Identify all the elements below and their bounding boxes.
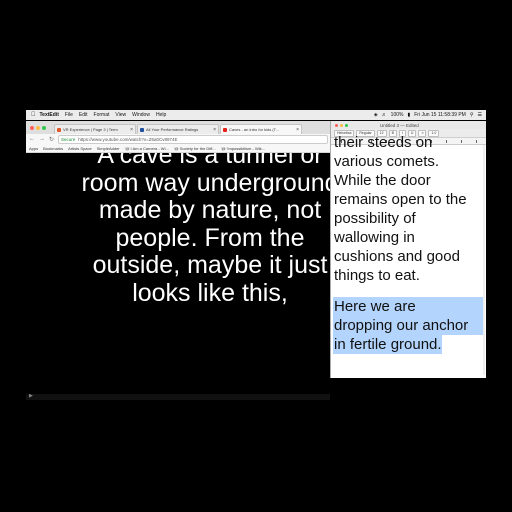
zoom-window-icon[interactable] <box>42 125 46 130</box>
tab-favicon-icon <box>140 127 144 132</box>
document-body[interactable]: their steeds on various comets. While th… <box>333 134 484 354</box>
secure-lock-indicator[interactable]: Secure <box>61 137 75 142</box>
macos-menu-bar:  TextEdit File Edit Format View Window … <box>26 110 486 120</box>
textedit-window: Untitled 3 — Edited Helvetica Regular 12… <box>330 121 486 378</box>
doc-line: cushions and good <box>334 248 460 265</box>
textedit-titlebar: Untitled 3 — Edited <box>331 121 486 129</box>
caption-line: outside, maybe it just <box>92 251 328 279</box>
selected-doc-line: Here we are <box>333 297 484 316</box>
doc-line: things to eat. <box>334 267 420 284</box>
tab-caves-video[interactable]: Caves - an intro for kids (T... × <box>220 124 302 134</box>
doc-line: remains open to the <box>334 191 467 208</box>
caption-line: people. From the <box>115 223 305 252</box>
tab-close-icon[interactable]: × <box>295 127 299 133</box>
app-menu-textedit[interactable]: TextEdit <box>40 112 59 118</box>
url-text: https://www.youtube.com/watch?v=Z6a0Cv89… <box>78 136 178 142</box>
minimize-window-icon[interactable] <box>340 123 343 127</box>
menu-window[interactable]: Window <box>132 112 150 118</box>
tab-label: VR Experience | Page 3 | Term <box>63 127 118 132</box>
video-progress-bar[interactable]: ▶ <box>26 393 332 400</box>
tab-close-icon[interactable]: × <box>129 127 133 133</box>
menu-view[interactable]: View <box>115 112 126 118</box>
tab-label: All Your Performance Ratings <box>146 127 199 132</box>
minimize-window-icon[interactable] <box>36 125 40 130</box>
close-window-icon[interactable] <box>335 123 338 127</box>
bookmark-i-am-a-camera[interactable]: '@ I Am a Camera - Wi... <box>125 146 169 151</box>
reload-icon[interactable]: ↻ <box>49 136 54 143</box>
menu-clock[interactable]: Fri Jun 15 11:58:39 PM <box>414 112 466 118</box>
back-arrow-icon[interactable]: ← <box>29 136 35 142</box>
battery-level[interactable]: 100% <box>391 112 404 118</box>
document-title: Untitled 3 — Edited <box>380 122 419 128</box>
bookmark-simpleadder[interactable]: SimpleAdder <box>97 146 120 151</box>
caption-line: looks like this, <box>132 278 288 307</box>
tab-performance-ratings[interactable]: All Your Performance Ratings × <box>137 124 219 134</box>
bookmark-bookmarks[interactable]: Bookmarks <box>43 146 63 151</box>
caption-line: made by nature, not <box>98 196 322 224</box>
status-area: ◈ ♬ 100% ▮ Fri Jun 15 11:58:39 PM ⚲ ☰ <box>370 112 482 118</box>
browser-window: VR Experience | Page 3 | Term × All Your… <box>26 121 332 400</box>
bookmarks-bar: Apps Bookmarks Artists Space SimpleAdder… <box>26 144 332 153</box>
doc-line: their steeds on <box>334 134 433 151</box>
youtube-favicon-icon <box>223 127 227 132</box>
battery-icon: ▮ <box>407 112 411 118</box>
zoom-window-icon[interactable] <box>345 123 348 127</box>
doc-line: While the door <box>334 172 431 189</box>
selected-doc-line: in fertile ground. <box>333 335 442 354</box>
address-bar-row: ← → ↻ Secure https://www.youtube.com/wat… <box>26 134 332 144</box>
menu-help[interactable]: Help <box>156 112 166 118</box>
forward-arrow-icon[interactable]: → <box>39 136 45 142</box>
caption-line: A cave is a tunnel or <box>97 153 323 169</box>
menu-edit[interactable]: Edit <box>79 112 88 118</box>
video-player[interactable]: A cave is a tunnel or room way undergrou… <box>26 153 332 400</box>
apple-menu-icon[interactable]:  <box>31 112 36 118</box>
url-field[interactable]: Secure https://www.youtube.com/watch?v=Z… <box>58 134 328 144</box>
doc-line: wallowing in <box>334 229 415 246</box>
spotlight-icon[interactable]: ⚲ <box>470 112 474 118</box>
window-controls <box>30 121 48 134</box>
caption-line: room way underground <box>81 168 332 197</box>
close-window-icon[interactable] <box>30 125 34 130</box>
textedit-window-controls <box>335 123 350 127</box>
tab-label: Caves - an intro for kids (T... <box>229 127 280 132</box>
doc-line: possibility of <box>334 210 416 227</box>
tab-close-icon[interactable]: × <box>212 127 216 133</box>
notification-center-icon[interactable]: ☰ <box>478 112 482 118</box>
textedit-scrollbar[interactable] <box>483 145 485 375</box>
play-control-icon[interactable]: ▶ <box>29 393 33 399</box>
menu-file[interactable]: File <box>65 112 73 118</box>
menu-format[interactable]: Format <box>94 112 110 118</box>
tab-vr-experience[interactable]: VR Experience | Page 3 | Term × <box>54 124 136 134</box>
bookmark-society[interactable]: '@ Society for the Diff... <box>174 146 216 151</box>
bookmark-impossibilism[interactable]: '@ 'Impossibilism - Wik... <box>221 146 265 151</box>
bookmark-apps[interactable]: Apps <box>29 146 38 151</box>
tab-favicon-icon <box>57 127 61 132</box>
doc-line: various comets. <box>334 153 440 170</box>
tab-strip: VR Experience | Page 3 | Term × All Your… <box>26 121 332 134</box>
bookmark-artists-space[interactable]: Artists Space <box>68 146 92 151</box>
selected-doc-line: dropping our anchor <box>333 316 484 335</box>
desktop-background <box>330 378 486 400</box>
wifi-icon[interactable]: ◈ <box>374 112 378 118</box>
volume-icon[interactable]: ♬ <box>382 112 387 118</box>
video-caption-text: A cave is a tunnel or room way undergrou… <box>30 153 332 307</box>
